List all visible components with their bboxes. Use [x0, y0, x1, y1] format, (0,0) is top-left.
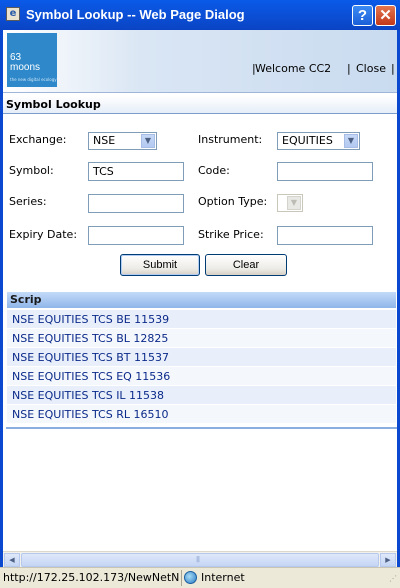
list-item[interactable]: NSE EQUITIES TCS BL 12825: [7, 329, 396, 348]
results-header-scrip: Scrip: [7, 292, 396, 308]
scroll-grip-icon: |||: [196, 556, 200, 563]
resize-grip-icon[interactable]: ⋰: [389, 574, 397, 583]
company-logo: 63 moons the new digital ecology: [7, 33, 57, 87]
status-url: http://172.25.102.173/NewNetNet/: [3, 571, 179, 584]
instrument-select[interactable]: EQUITIES ▼: [277, 132, 360, 150]
separator-mid: |: [347, 62, 351, 75]
series-label: Series:: [9, 195, 47, 208]
clear-button[interactable]: Clear: [205, 254, 287, 276]
chevron-down-icon[interactable]: ▼: [141, 134, 155, 148]
code-input[interactable]: [277, 162, 373, 181]
horizontal-scrollbar[interactable]: ◀ ||| ▶: [3, 551, 397, 567]
chevron-down-icon[interactable]: ▼: [344, 134, 358, 148]
exchange-value: NSE: [93, 134, 116, 147]
scroll-left-icon[interactable]: ◀: [4, 553, 20, 567]
instrument-label: Instrument:: [198, 133, 263, 146]
section-title: Symbol Lookup: [3, 96, 397, 114]
chevron-down-icon[interactable]: ▼: [287, 196, 301, 210]
strike-price-input[interactable]: [277, 226, 373, 245]
window-titlebar[interactable]: e Symbol Lookup -- Web Page Dialog ? ✕: [0, 0, 400, 30]
list-item[interactable]: NSE EQUITIES TCS EQ 11536: [7, 367, 396, 386]
close-link[interactable]: Close: [356, 62, 386, 75]
results-list: NSE EQUITIES TCS BE 11539 NSE EQUITIES T…: [7, 310, 396, 424]
expiry-date-input[interactable]: [88, 226, 184, 245]
list-item[interactable]: NSE EQUITIES TCS BT 11537: [7, 348, 396, 367]
separator-right: |: [391, 62, 395, 75]
security-zone: Internet: [201, 571, 245, 584]
symbol-label: Symbol:: [9, 164, 54, 177]
globe-icon: [184, 571, 197, 584]
status-divider: [181, 570, 182, 586]
instrument-value: EQUITIES: [282, 134, 333, 147]
option-type-label: Option Type:: [198, 195, 268, 208]
list-item[interactable]: NSE EQUITIES TCS RL 16510: [7, 405, 396, 424]
close-window-button[interactable]: ✕: [375, 5, 396, 26]
series-input[interactable]: [88, 194, 184, 213]
scroll-right-icon[interactable]: ▶: [380, 553, 396, 567]
ie-document-icon: e: [6, 7, 20, 21]
list-item[interactable]: NSE EQUITIES TCS BE 11539: [7, 310, 396, 329]
window-title: Symbol Lookup -- Web Page Dialog: [26, 7, 245, 22]
welcome-text: Welcome CC2: [255, 62, 332, 75]
strike-price-label: Strike Price:: [198, 228, 264, 241]
expiry-date-label: Expiry Date:: [9, 228, 78, 241]
exchange-label: Exchange:: [9, 133, 67, 146]
status-bar: http://172.25.102.173/NewNetNet/ Interne…: [0, 567, 400, 588]
option-type-select[interactable]: ▼: [277, 194, 303, 212]
code-label: Code:: [198, 164, 230, 177]
symbol-input[interactable]: TCS: [88, 162, 184, 181]
help-button[interactable]: ?: [352, 5, 373, 26]
page-header: 63 moons the new digital ecology | Welco…: [3, 30, 397, 93]
exchange-select[interactable]: NSE ▼: [88, 132, 157, 150]
list-item[interactable]: NSE EQUITIES TCS IL 11538: [7, 386, 396, 405]
submit-button[interactable]: Submit: [120, 254, 200, 276]
scrollbar-thumb[interactable]: [21, 553, 379, 567]
